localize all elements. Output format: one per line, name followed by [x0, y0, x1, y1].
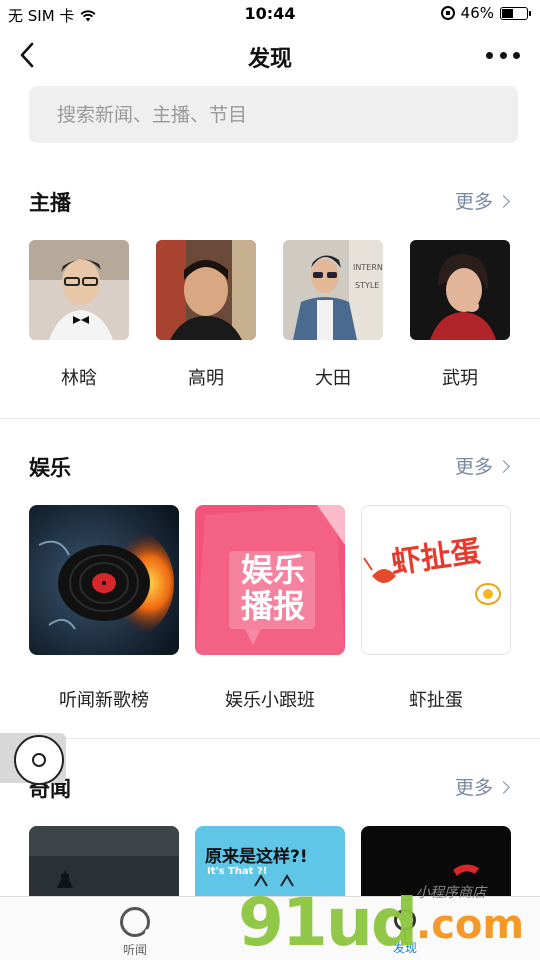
discover-pin-icon [394, 909, 416, 940]
news-card-3[interactable] [361, 826, 511, 896]
tab-label: 发现 [392, 941, 417, 955]
more-label: 更多 [454, 191, 493, 213]
dot-icon [486, 51, 493, 59]
cover-text-report: 娱乐播报 [240, 551, 305, 625]
more-label: 更多 [454, 777, 493, 799]
anchors-more-link[interactable]: 更多 [454, 187, 510, 214]
disc-icon[interactable] [14, 735, 64, 785]
chevron-right-icon [497, 194, 510, 208]
news-more-link[interactable]: 更多 [454, 773, 510, 800]
rotation-lock-icon [440, 6, 455, 20]
anchor-avatar-3[interactable]: INTERNA STYLE [283, 240, 383, 340]
program-card-1[interactable] [29, 505, 179, 655]
page-title: 发现 [247, 47, 292, 72]
battery-icon [500, 6, 531, 20]
anchor-avatar-2[interactable] [156, 240, 256, 340]
entertainment-more-link[interactable]: 更多 [454, 452, 510, 479]
anchor-name: 林晗 [61, 368, 97, 389]
avatar-photo [410, 240, 510, 340]
avatar-photo: INTERNA STYLE [283, 240, 383, 340]
anchor-name: 高明 [188, 368, 224, 389]
svg-text:INTERNA: INTERNA [353, 263, 383, 272]
dot-icon [513, 51, 520, 59]
tab-discover[interactable]: 发现 [365, 903, 445, 956]
news-cover-subtitle: It's That ?! [207, 866, 268, 877]
section-title-anchors: 主播 [29, 191, 71, 215]
status-right: 46% [440, 4, 531, 22]
more-options-button[interactable] [486, 43, 520, 67]
program-name: 娱乐小跟班 [225, 690, 315, 711]
floating-player[interactable] [0, 733, 66, 785]
search-input[interactable] [29, 86, 518, 143]
avatar-photo [156, 240, 256, 340]
dot-icon [499, 51, 507, 59]
chevron-right-icon [497, 780, 510, 794]
news-cover-image [361, 826, 511, 896]
svg-text:STYLE: STYLE [355, 281, 379, 290]
chevron-right-icon [497, 459, 510, 473]
anchor-avatar-1[interactable] [29, 240, 129, 340]
anchor-name: 大田 [315, 368, 351, 389]
news-cover-title: 原来是这样?! [205, 847, 308, 867]
program-name: 听闻新歌榜 [59, 690, 149, 711]
news-card-1[interactable] [29, 826, 179, 896]
anchor-name: 武玥 [442, 368, 478, 389]
section-divider [0, 418, 540, 419]
nav-bar: 发现 [0, 28, 540, 82]
vinyl-cover-image [29, 505, 179, 655]
search-bar[interactable] [29, 86, 518, 143]
program-card-3[interactable] [361, 505, 511, 655]
status-bar: 无 SIM 卡 10:44 46% [0, 0, 540, 28]
news-cover-image [29, 826, 179, 896]
shrimp-egg-cover [362, 506, 510, 654]
avatar-photo [29, 240, 129, 340]
anchor-avatar-4[interactable] [410, 240, 510, 340]
tab-listen[interactable]: 听闻 [95, 903, 175, 958]
battery-percent: 46% [460, 4, 494, 22]
more-label: 更多 [454, 456, 493, 478]
tab-label: 听闻 [122, 943, 147, 957]
section-title-entertainment: 娱乐 [29, 456, 71, 480]
listen-ring-icon [120, 907, 151, 937]
section-divider [0, 738, 540, 739]
tab-bar: 听闻 发现 [0, 896, 540, 960]
program-name: 虾扯蛋 [409, 690, 463, 711]
